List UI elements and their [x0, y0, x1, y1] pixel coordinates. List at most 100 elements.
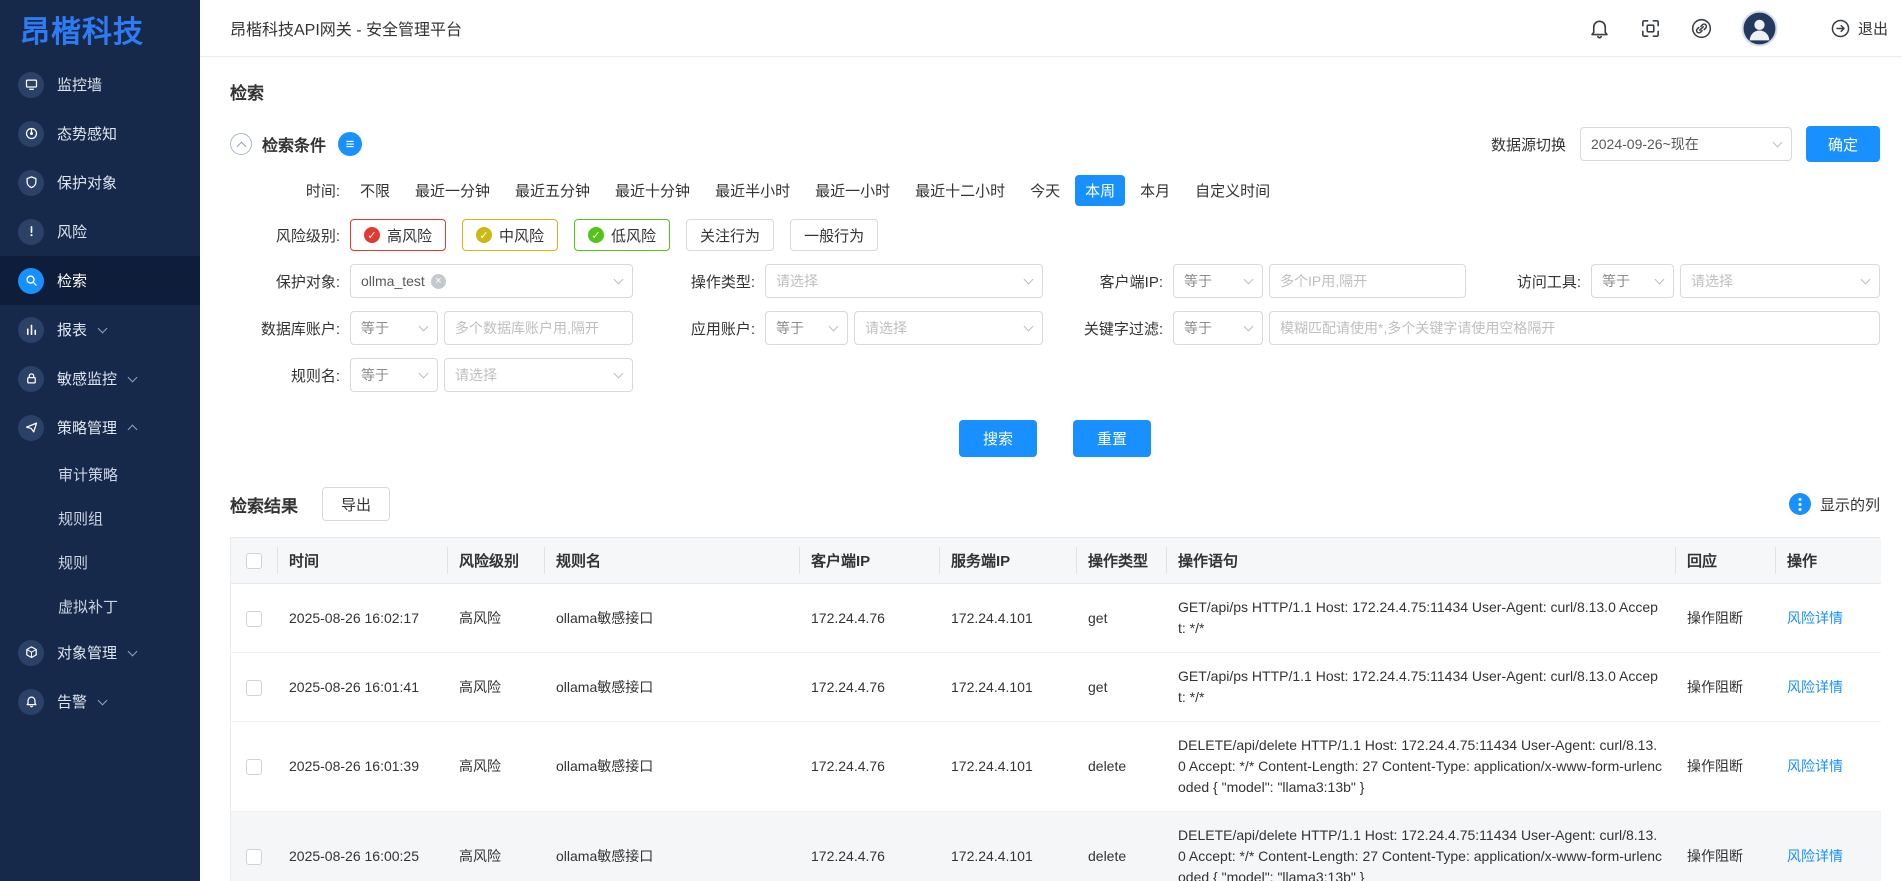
cell-client-ip: 172.24.4.76 [799, 584, 939, 653]
time-option-3[interactable]: 最近十分钟 [605, 175, 700, 206]
db-account-input[interactable] [444, 311, 633, 345]
collapse-icon[interactable] [230, 133, 252, 155]
column-header-5[interactable]: 操作类型 [1076, 538, 1166, 584]
column-header-0[interactable]: 时间 [277, 538, 447, 584]
time-option-6[interactable]: 最近十二小时 [905, 175, 1015, 206]
time-option-10[interactable]: 自定义时间 [1185, 175, 1280, 206]
filter-header: 检索条件 ≡ 数据源切换 2024-09-26~现在 确定 [230, 126, 1880, 162]
column-header-3[interactable]: 客户端IP [799, 538, 939, 584]
row-checkbox[interactable] [246, 849, 262, 865]
risk-detail-link[interactable]: 风险详情 [1787, 758, 1843, 774]
results-table-wrap: 时间风险级别规则名客户端IP服务端IP操作类型操作语句回应操作 2025-08-… [230, 537, 1880, 881]
user-avatar[interactable] [1741, 10, 1778, 47]
sidebar-subitem-virtual-patch[interactable]: 虚拟补丁 [0, 584, 200, 628]
column-header-4[interactable]: 服务端IP [939, 538, 1076, 584]
sidebar-item-alerts[interactable]: 告警 [0, 677, 200, 726]
columns-toggle[interactable]: 显示的列 [1789, 493, 1880, 515]
column-header-1[interactable]: 风险级别 [447, 538, 544, 584]
time-option-5[interactable]: 最近一小时 [805, 175, 900, 206]
time-option-7[interactable]: 今天 [1020, 175, 1070, 206]
risk-detail-link[interactable]: 风险详情 [1787, 848, 1843, 864]
row-checkbox[interactable] [246, 680, 262, 696]
cell-response: 操作阻断 [1675, 812, 1775, 881]
risk-detail-link[interactable]: 风险详情 [1787, 679, 1843, 695]
link-icon[interactable] [1690, 17, 1713, 40]
page-title: 检索 [230, 71, 1880, 126]
time-option-1[interactable]: 最近一分钟 [405, 175, 500, 206]
reset-button[interactable]: 重置 [1073, 420, 1151, 457]
rule-name-select[interactable]: 请选择 [444, 358, 633, 392]
time-option-4[interactable]: 最近半小时 [705, 175, 800, 206]
app-account-select[interactable]: 请选择 [854, 311, 1043, 345]
time-option-2[interactable]: 最近五分钟 [505, 175, 600, 206]
risk-options: ✓高风险 ✓中风险 ✓低风险关注行为一般行为 [350, 219, 878, 251]
fullscreen-icon[interactable] [1639, 17, 1662, 40]
sidebar-item-label: 告警 [57, 691, 87, 712]
risk-option-medium[interactable]: ✓中风险 [462, 219, 558, 251]
time-option-0[interactable]: 不限 [350, 175, 400, 206]
column-header-8[interactable]: 操作 [1775, 538, 1881, 584]
sidebar-item-reports[interactable]: 报表 [0, 305, 200, 354]
column-header-6[interactable]: 操作语句 [1166, 538, 1675, 584]
access-tool-op-select[interactable]: 等于 [1591, 264, 1674, 298]
time-option-8[interactable]: 本周 [1075, 175, 1125, 206]
access-tool-select[interactable]: 请选择 [1680, 264, 1880, 298]
cell-client-ip: 172.24.4.76 [799, 722, 939, 812]
field-client-ip: 客户端IP: 等于 [1043, 264, 1466, 298]
keyword-input[interactable] [1269, 311, 1880, 345]
sidebar-item-situation-awareness[interactable]: 态势感知 [0, 109, 200, 158]
sidebar-item-policy-management[interactable]: 策略管理 [0, 403, 200, 452]
client-ip-op-select[interactable]: 等于 [1173, 264, 1263, 298]
time-option-9[interactable]: 本月 [1130, 175, 1180, 206]
client-ip-input[interactable] [1269, 264, 1466, 298]
datasource-select[interactable]: 2024-09-26~现在 [1580, 127, 1792, 161]
sidebar-item-object-management[interactable]: 对象管理 [0, 628, 200, 677]
sidebar-item-protected-objects[interactable]: 保护对象 [0, 158, 200, 207]
search-button[interactable]: 搜索 [959, 420, 1037, 457]
risk-option-high[interactable]: ✓高风险 [350, 219, 446, 251]
export-button[interactable]: 导出 [322, 487, 390, 521]
chevron-down-icon [1861, 274, 1871, 284]
risk-option-attention[interactable]: 关注行为 [686, 219, 774, 251]
rule-name-op-select[interactable]: 等于 [350, 358, 438, 392]
keyword-op-select[interactable]: 等于 [1173, 311, 1263, 345]
sidebar-item-sensitive-monitor[interactable]: 敏感监控 [0, 354, 200, 403]
chevron-down-icon [419, 368, 429, 378]
risk-detail-link[interactable]: 风险详情 [1787, 610, 1843, 626]
sidebar-item-label: 监控墙 [57, 74, 102, 95]
risk-option-low[interactable]: ✓低风险 [574, 219, 670, 251]
sidebar-subitem-audit-policy[interactable]: 审计策略 [0, 452, 200, 496]
column-header-7[interactable]: 回应 [1675, 538, 1775, 584]
cell-rule-name: ollama敏感接口 [544, 812, 799, 881]
row-checkbox[interactable] [246, 759, 262, 775]
logout-button[interactable]: 退出 [1830, 18, 1888, 39]
operation-type-select[interactable]: 请选择 [765, 264, 1043, 298]
sidebar-subitem-rule-group[interactable]: 规则组 [0, 496, 200, 540]
sidebar-item-monitor-wall[interactable]: 监控墙 [0, 60, 200, 109]
column-header-2[interactable]: 规则名 [544, 538, 799, 584]
send-icon [18, 415, 44, 441]
chevron-down-icon [419, 321, 429, 331]
app-account-op-select[interactable]: 等于 [765, 311, 848, 345]
risk-check-icon: ✓ [476, 227, 492, 243]
form-row-2: 数据库账户: 等于 应用账户: 等于 [230, 311, 1880, 345]
tag-remove-icon[interactable]: × [431, 274, 446, 289]
app: 昂楷科技 监控墙态势感知保护对象风险检索报表敏感监控策略管理审计策略规则组规则虚… [0, 0, 1902, 881]
cell-operation-type: delete [1076, 722, 1166, 812]
select-all-checkbox[interactable] [246, 553, 262, 569]
notification-bell-icon[interactable] [1588, 17, 1611, 40]
db-account-op-select[interactable]: 等于 [350, 311, 438, 345]
row-checkbox[interactable] [246, 611, 262, 627]
sidebar-subitem-rule[interactable]: 规则 [0, 540, 200, 584]
filter-menu-icon[interactable]: ≡ [338, 132, 362, 156]
main-area: 昂楷科技API网关 - 安全管理平台 退出 [200, 0, 1902, 881]
risk-check-icon: ✓ [588, 227, 604, 243]
protected-object-select[interactable]: ollma_test × [350, 264, 633, 298]
risk-option-normal[interactable]: 一般行为 [790, 219, 878, 251]
confirm-button[interactable]: 确定 [1806, 126, 1880, 162]
cell-statement: GET/api/ps HTTP/1.1 Host: 172.24.4.75:11… [1166, 584, 1675, 653]
sidebar-item-risk[interactable]: 风险 [0, 207, 200, 256]
sidebar-item-search[interactable]: 检索 [0, 256, 200, 305]
cell-time: 2025-08-26 16:01:39 [277, 722, 447, 812]
logout-label: 退出 [1858, 18, 1888, 39]
